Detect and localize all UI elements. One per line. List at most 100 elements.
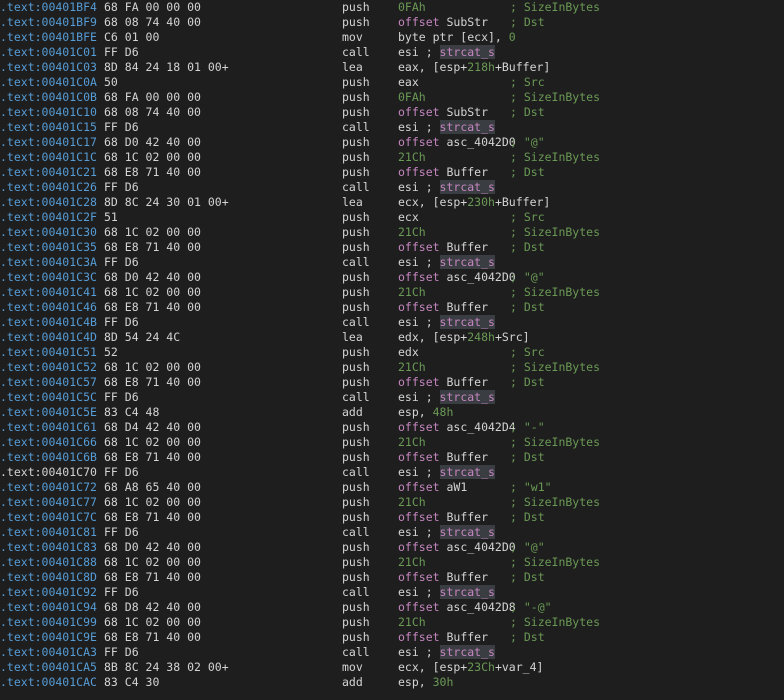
address[interactable]: .text:00401C61	[0, 420, 97, 435]
function-name[interactable]: strcat_s	[439, 585, 495, 599]
mnemonic[interactable]: push	[342, 210, 370, 225]
operands[interactable]: 0FAh	[398, 0, 426, 15]
mnemonic[interactable]: push	[342, 360, 370, 375]
operands[interactable]: 21Ch	[398, 435, 426, 450]
function-name[interactable]: strcat_s	[439, 525, 495, 539]
operands[interactable]: 21Ch	[398, 150, 426, 165]
function-name[interactable]: strcat_s	[439, 645, 495, 659]
mnemonic[interactable]: call	[342, 45, 370, 60]
address[interactable]: .text:00401C3C	[0, 270, 97, 285]
disassembly-listing[interactable]: .text:00401BF4 68 FA 00 00 00 push 0FAh ; Si…	[0, 0, 784, 700]
address[interactable]: .text:00401CA3	[0, 645, 97, 660]
address[interactable]: .text:00401C28	[0, 195, 97, 210]
address[interactable]: .text:00401C5E	[0, 405, 97, 420]
mnemonic[interactable]: push	[342, 300, 370, 315]
address[interactable]: .text:00401C3A	[0, 255, 97, 270]
address[interactable]: .text:00401C2F	[0, 210, 97, 225]
operands[interactable]: offset Buffer	[398, 510, 488, 525]
mnemonic[interactable]: call	[342, 525, 370, 540]
mnemonic[interactable]: push	[342, 600, 370, 615]
listing-row[interactable]: .text:00401C83 68 D0 42 40 00 push offset a…	[0, 540, 784, 555]
listing-row[interactable]: .text:00401C2F 51 push ecx ; Src	[0, 210, 784, 225]
listing-row[interactable]: .text:00401C41 68 1C 02 00 00 push 21Ch ; Si…	[0, 285, 784, 300]
operands[interactable]: offset SubStr	[398, 15, 488, 30]
mnemonic[interactable]: push	[342, 135, 370, 150]
mnemonic[interactable]: push	[342, 480, 370, 495]
address[interactable]: .text:00401C9E	[0, 630, 97, 645]
mnemonic[interactable]: lea	[342, 195, 363, 210]
operands[interactable]: esi ; strcat_s	[398, 255, 495, 270]
operands[interactable]: 21Ch	[398, 495, 426, 510]
function-name[interactable]: strcat_s	[439, 315, 495, 329]
mnemonic[interactable]: mov	[342, 660, 363, 675]
listing-row[interactable]: .text:00401C51 52 push edx ; Src	[0, 345, 784, 360]
listing-row[interactable]: .text:00401C46 68 E8 71 40 00 push offset B…	[0, 300, 784, 315]
listing-row[interactable]: .text:00401BF4 68 FA 00 00 00 push 0FAh ; Si…	[0, 0, 784, 15]
address[interactable]: .text:00401C10	[0, 105, 97, 120]
operands[interactable]: edx, [esp+248h+Src]	[398, 330, 530, 345]
listing-row[interactable]: .text:00401CA3 FF D6 call esi ; strcat_s	[0, 645, 784, 660]
function-name[interactable]: strcat_s	[439, 180, 495, 194]
mnemonic[interactable]: push	[342, 375, 370, 390]
address[interactable]: .text:00401C0B	[0, 90, 97, 105]
mnemonic[interactable]: call	[342, 585, 370, 600]
operands[interactable]: offset Buffer	[398, 630, 488, 645]
mnemonic[interactable]: push	[342, 540, 370, 555]
address[interactable]: .text:00401CAC	[0, 675, 97, 690]
listing-row[interactable]: .text:00401C03 8D 84 24 18 01 00+ lea eax, …	[0, 60, 784, 75]
mnemonic[interactable]: add	[342, 675, 363, 690]
mnemonic[interactable]: call	[342, 645, 370, 660]
operands[interactable]: eax	[398, 75, 419, 90]
mnemonic[interactable]: push	[342, 345, 370, 360]
mnemonic[interactable]: lea	[342, 330, 363, 345]
listing-row[interactable]: .text:00401C0A 50 push eax ; Src	[0, 75, 784, 90]
operands[interactable]: esi ; strcat_s	[398, 45, 495, 60]
listing-row[interactable]: .text:00401C35 68 E8 71 40 00 push offset B…	[0, 240, 784, 255]
operands[interactable]: edx	[398, 345, 419, 360]
address[interactable]: .text:00401C5C	[0, 390, 97, 405]
mnemonic[interactable]: push	[342, 285, 370, 300]
mnemonic[interactable]: push	[342, 150, 370, 165]
listing-row[interactable]: .text:00401C72 68 A8 65 40 00 push offset a…	[0, 480, 784, 495]
listing-row[interactable]: .text:00401CA5 8B 8C 24 38 02 00+ mov ecx, …	[0, 660, 784, 675]
address[interactable]: .text:00401C46	[0, 300, 97, 315]
address[interactable]: .text:00401C35	[0, 240, 97, 255]
mnemonic[interactable]: push	[342, 270, 370, 285]
listing-row[interactable]: .text:00401C57 68 E8 71 40 00 push offset B…	[0, 375, 784, 390]
operands[interactable]: offset SubStr	[398, 105, 488, 120]
mnemonic[interactable]: call	[342, 255, 370, 270]
operands[interactable]: 21Ch	[398, 360, 426, 375]
address[interactable]: .text:00401BFE	[0, 30, 97, 45]
listing-row[interactable]: .text:00401C1C 68 1C 02 00 00 push 21Ch ; Si…	[0, 150, 784, 165]
mnemonic[interactable]: push	[342, 630, 370, 645]
listing-row[interactable]: .text:00401C9E 68 E8 71 40 00 push offset B…	[0, 630, 784, 645]
listing-row[interactable]: .text:00401C6B 68 E8 71 40 00 push offset B…	[0, 450, 784, 465]
listing-row[interactable]: .text:00401C8D 68 E8 71 40 00 push offset B…	[0, 570, 784, 585]
operands[interactable]: 0FAh	[398, 90, 426, 105]
address[interactable]: .text:00401C41	[0, 285, 97, 300]
mnemonic[interactable]: call	[342, 390, 370, 405]
operands[interactable]: offset Buffer	[398, 375, 488, 390]
address[interactable]: .text:00401C6B	[0, 450, 97, 465]
address[interactable]: .text:00401C81	[0, 525, 97, 540]
operands[interactable]: offset Buffer	[398, 570, 488, 585]
listing-row[interactable]: .text:00401BFE C6 01 00 mov byte ptr [ecx],…	[0, 30, 784, 45]
operands[interactable]: esi ; strcat_s	[398, 465, 495, 480]
mnemonic[interactable]: push	[342, 225, 370, 240]
address[interactable]: .text:00401C52	[0, 360, 97, 375]
address[interactable]: .text:00401C83	[0, 540, 97, 555]
listing-row[interactable]: .text:00401C94 68 D8 42 40 00 push offset a…	[0, 600, 784, 615]
mnemonic[interactable]: push	[342, 510, 370, 525]
address[interactable]: .text:00401CA5	[0, 660, 97, 675]
address[interactable]: .text:00401C17	[0, 135, 97, 150]
listing-row[interactable]: .text:00401C77 68 1C 02 00 00 push 21Ch ; Si…	[0, 495, 784, 510]
mnemonic[interactable]: push	[342, 0, 370, 15]
function-name[interactable]: strcat_s	[439, 465, 495, 479]
mnemonic[interactable]: lea	[342, 60, 363, 75]
listing-row[interactable]: .text:00401C99 68 1C 02 00 00 push 21Ch ; Si…	[0, 615, 784, 630]
address[interactable]: .text:00401C4D	[0, 330, 97, 345]
operands[interactable]: esi ; strcat_s	[398, 315, 495, 330]
operands[interactable]: ecx	[398, 210, 419, 225]
listing-row[interactable]: .text:00401C17 68 D0 42 40 00 push offset a…	[0, 135, 784, 150]
operands[interactable]: eax, [esp+218h+Buffer]	[398, 60, 550, 75]
